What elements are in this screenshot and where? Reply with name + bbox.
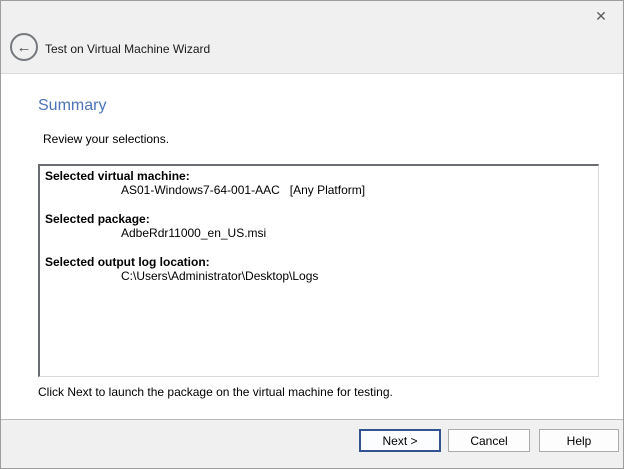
back-arrow-icon: ← [17,40,32,55]
help-button[interactable]: Help [539,429,619,452]
instruction-text: Review your selections. [43,132,169,146]
summary-value: C:\Users\Administrator\Desktop\Logs [45,269,593,283]
summary-section-package: Selected package: AdbeRdr11000_en_US.msi [45,212,593,240]
summary-value: AS01-Windows7-64-001-AAC [Any Platform] [45,183,593,197]
summary-value: AdbeRdr11000_en_US.msi [45,226,593,240]
next-button[interactable]: Next > [359,429,441,452]
wizard-header: ✕ ← Test on Virtual Machine Wizard [1,1,623,74]
summary-box: Selected virtual machine: AS01-Windows7-… [38,164,599,377]
summary-section-virtual-machine: Selected virtual machine: AS01-Windows7-… [45,169,593,197]
wizard-footer: Next > Cancel Help [1,419,623,468]
note-text: Click Next to launch the package on the … [38,385,393,399]
wizard-window: ✕ ← Test on Virtual Machine Wizard Summa… [0,0,624,469]
summary-label: Selected output log location: [45,255,593,269]
cancel-button[interactable]: Cancel [448,429,530,452]
summary-section-log-location: Selected output log location: C:\Users\A… [45,255,593,283]
wizard-content: Summary Review your selections. Selected… [1,75,623,419]
back-button[interactable]: ← [10,33,38,61]
summary-label: Selected virtual machine: [45,169,593,183]
summary-label: Selected package: [45,212,593,226]
page-title: Summary [38,97,106,115]
close-icon[interactable]: ✕ [591,6,611,26]
wizard-title: Test on Virtual Machine Wizard [45,42,210,56]
